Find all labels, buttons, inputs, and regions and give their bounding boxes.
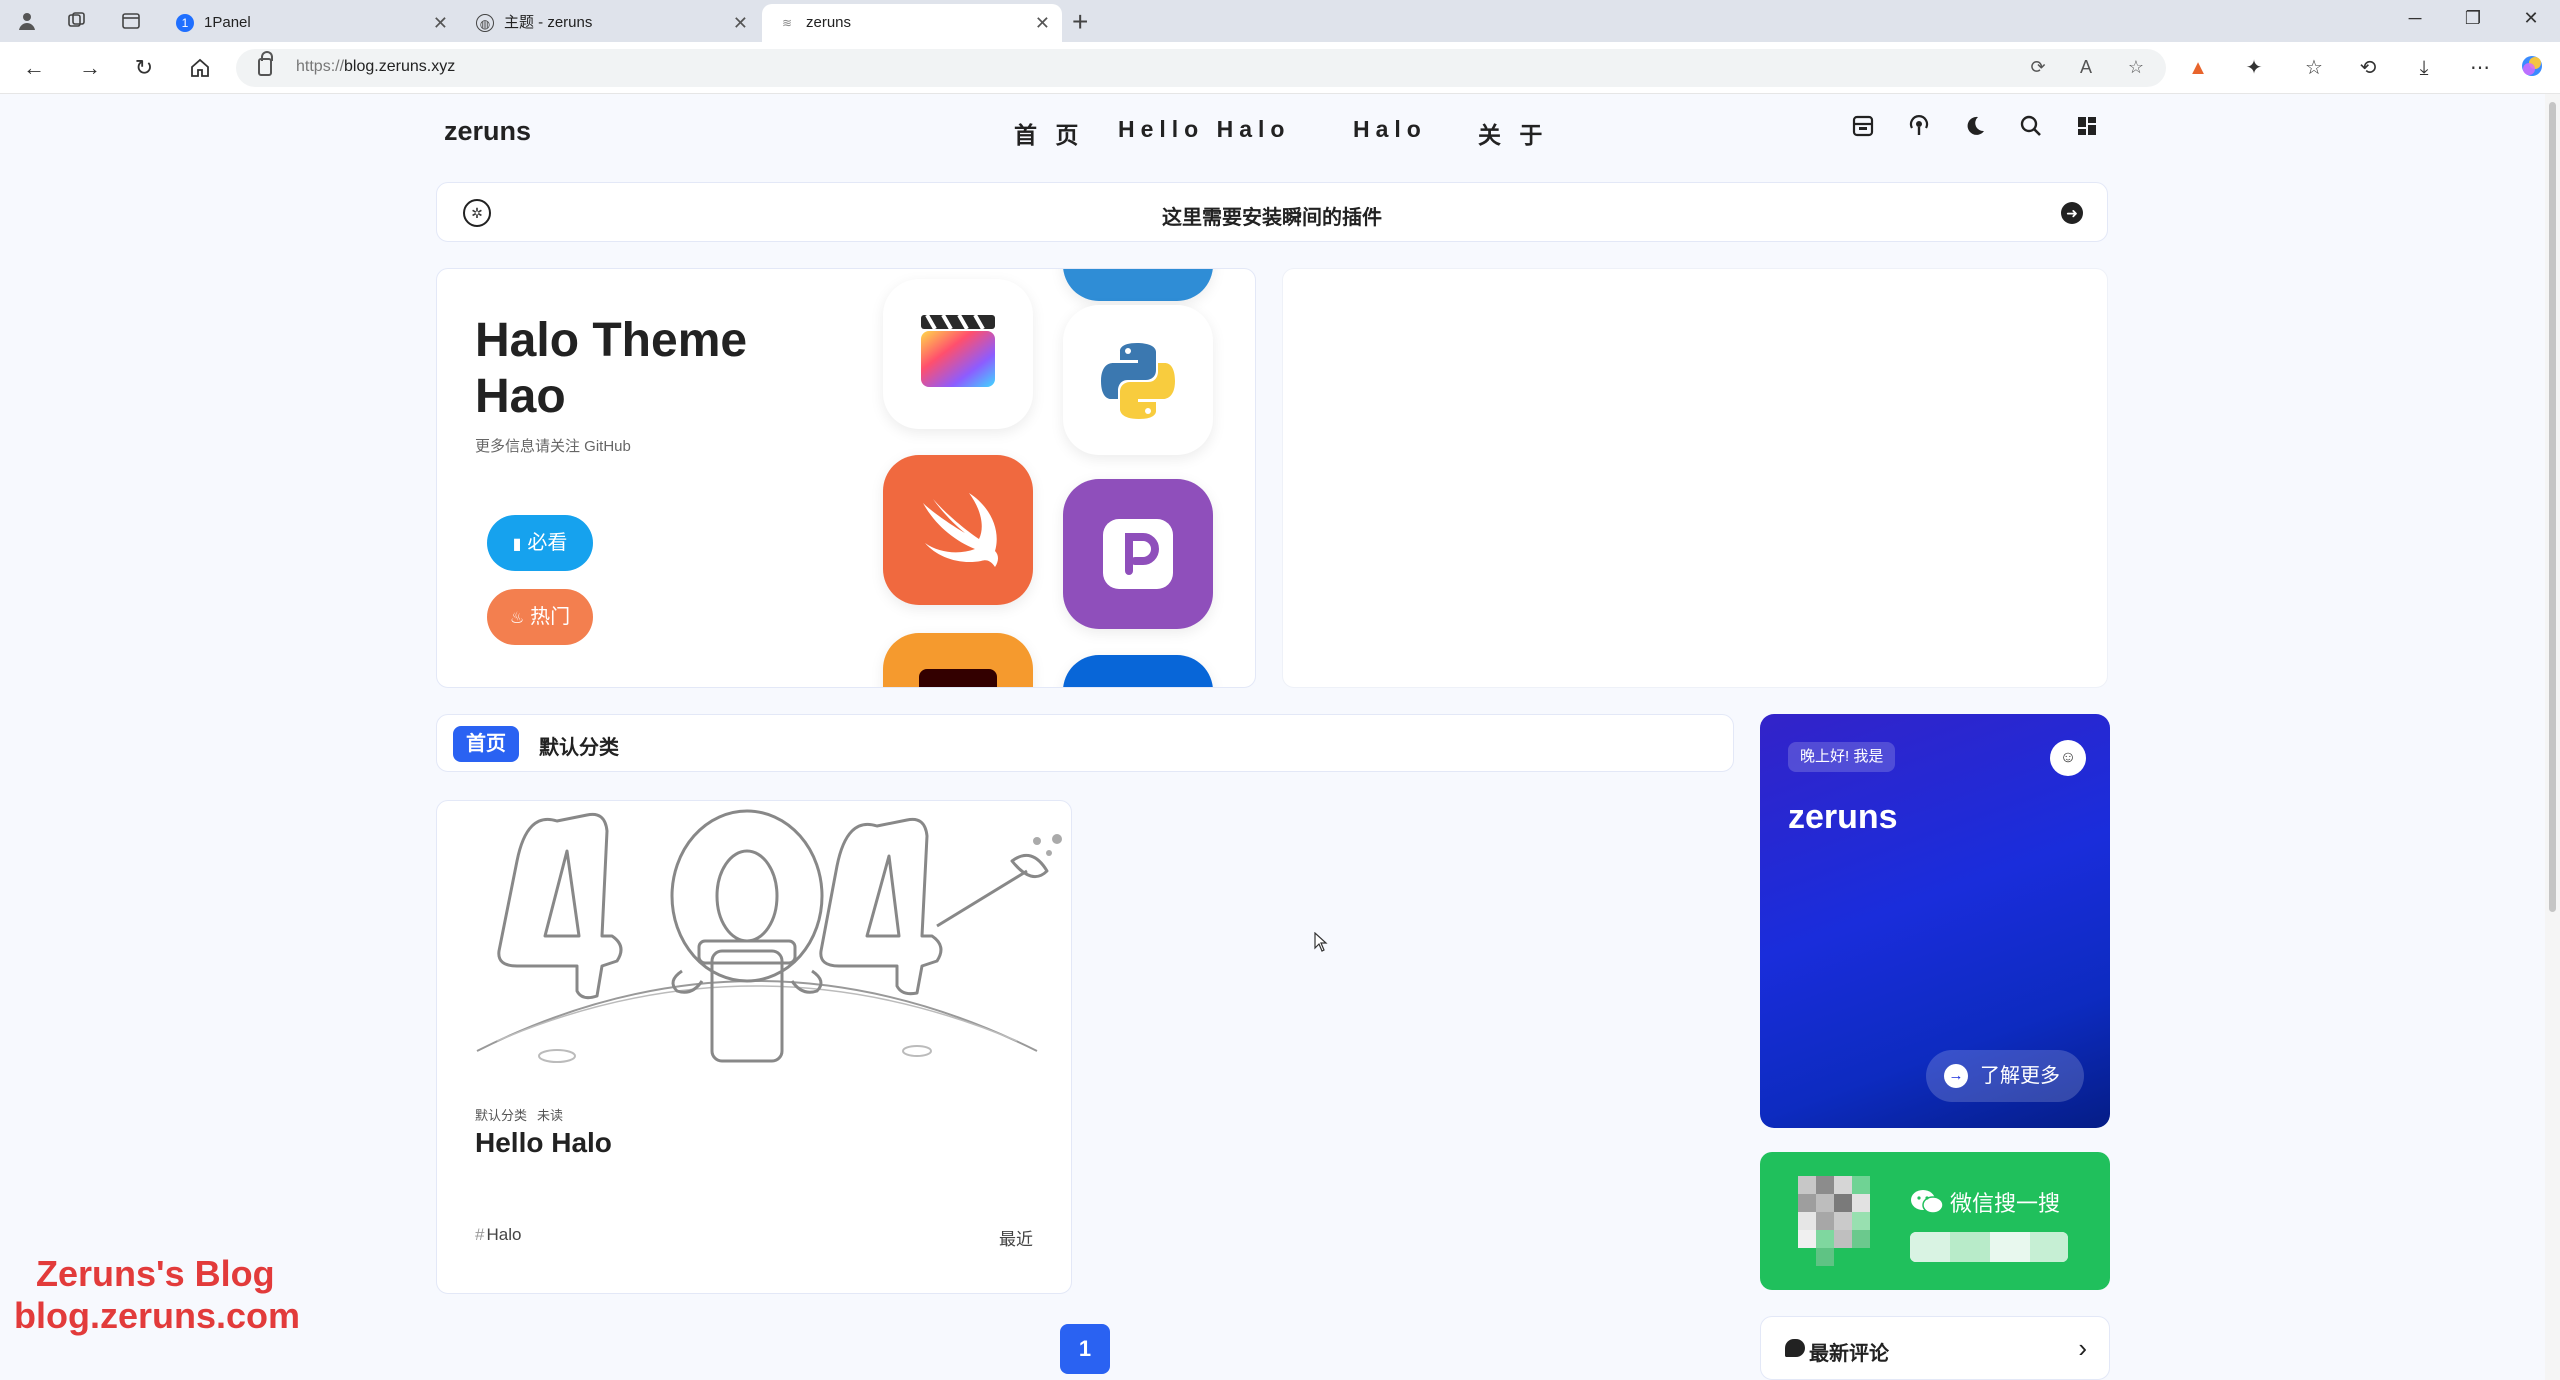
new-tab-button[interactable]: + [1072,6,1088,38]
app-icon-blue-2 [1063,655,1213,687]
post-cover-404-image: 404 [476,809,1062,1063]
1panel-favicon-icon: 1 [176,14,194,32]
latest-comments-title: 最新评论 [1809,1343,1889,1365]
nav-about[interactable]: 关 于 [1478,116,1548,150]
wechat-search-label: 微信搜一搜 [1910,1186,2060,1218]
tab-zeruns[interactable]: ≋ zeruns ✕ [762,4,1062,42]
swift-icon [883,455,1033,605]
lock-icon[interactable] [258,51,273,76]
post-tag[interactable]: # Halo [475,1225,521,1245]
globe-icon: ◍ [476,14,494,32]
wechat-search-card[interactable]: 微信搜一搜 [1760,1152,2110,1290]
post-meta: 默认分类 未读 [475,1105,573,1124]
hot-button[interactable]: ♨ 热门 [487,589,593,645]
profile-card: 晚上好! 我是 ☺ zeruns → 了解更多 [1760,714,2110,1128]
loading-favicon-icon: ≋ [781,16,793,30]
app-icon-blue [1063,269,1213,301]
fire-icon: ♨ [509,610,525,627]
chevron-right-icon[interactable]: › [2078,1333,2087,1364]
watermark-line2: blog.zeruns.com [14,1295,301,1336]
category-default-tab[interactable]: 默认分类 [539,731,619,760]
qr-code-mosaic [1798,1176,1888,1272]
extensions-puzzle-icon[interactable]: ✦ [2240,54,2268,82]
address-bar: ← → ↻ https://blog.zeruns.xyz ⟳ A ☆ ▲ ✦ … [0,42,2560,94]
vertical-tabs-icon[interactable] [120,10,142,32]
arrow-right-icon[interactable]: ➜ [2061,202,2083,224]
hero-right-panel [1282,268,2108,688]
hero-card: Halo Theme Hao 更多信息请关注 GitHub ▮ 必看 ♨ 热门 [436,268,1256,688]
site-logo[interactable]: zeruns [444,116,531,147]
tab-theme[interactable]: ◍ 主题 - zeruns ✕ [460,4,760,42]
hero-subtitle[interactable]: 更多信息请关注 GitHub [475,435,631,456]
arrow-right-circle-icon: → [1944,1064,1968,1088]
tab-1panel[interactable]: 1 1Panel ✕ [160,4,460,42]
extension-fox-icon[interactable]: ▲ [2184,54,2212,82]
back-button[interactable]: ← [20,54,48,82]
python-icon [1063,305,1213,455]
restore-button[interactable]: ❐ [2458,8,2488,29]
category-home-tab[interactable]: 首页 [453,726,519,762]
greeting-badge: 晚上好! 我是 [1788,742,1896,772]
wechat-search-box [1910,1232,2068,1262]
hero-title: Halo Theme Hao [475,314,748,423]
nav-halo[interactable]: Halo [1353,116,1427,143]
forward-button[interactable]: → [76,54,104,82]
search-icon[interactable] [2016,114,2046,144]
grid-menu-icon[interactable] [2072,114,2102,144]
tab-title: 主题 - zeruns [504,14,593,31]
reload-button[interactable]: ↻ [130,54,158,82]
more-menu-icon[interactable]: ⋯ [2466,54,2494,82]
read-aloud-icon[interactable]: A [2074,57,2098,78]
app-available-icon[interactable]: ⟳ [2026,57,2050,78]
close-tab-icon[interactable]: ✕ [433,4,448,42]
comment-icon [1785,1339,1805,1357]
page-1-button[interactable]: 1 [1060,1324,1110,1374]
learn-more-button[interactable]: → 了解更多 [1926,1050,2084,1102]
home-button[interactable] [186,54,214,82]
history-icon[interactable]: ⟲ [2354,54,2382,82]
profile-name: zeruns [1788,798,1898,836]
notice-text: 这里需要安装瞬间的插件 [1162,207,1382,229]
pixso-icon [1063,479,1213,629]
post-date: 最近 [999,1230,1033,1249]
wechat-icon [1911,1190,1944,1214]
minimize-button[interactable]: ─ [2400,8,2430,29]
mouse-cursor-icon [1314,932,1328,952]
final-cut-icon [883,279,1033,429]
url-input[interactable]: https://blog.zeruns.xyz ⟳ A ☆ [236,49,2166,87]
close-tab-icon[interactable]: ✕ [1035,4,1050,42]
nav-home[interactable]: 首 页 [1014,116,1084,150]
tab-title: zeruns [806,14,852,31]
workspaces-icon[interactable] [66,10,88,32]
favorite-star-icon[interactable]: ☆ [2124,57,2148,78]
book-icon: ▮ [512,536,522,553]
tab-title: 1Panel [204,14,251,31]
must-read-button[interactable]: ▮ 必看 [487,515,593,571]
post-category[interactable]: 默认分类 [475,1108,527,1123]
url-text: https://blog.zeruns.xyz [296,58,456,75]
avatar[interactable]: ☺ [2050,740,2086,776]
category-bar: 首页 默认分类 [436,714,1734,772]
web-page: zeruns 首 页 Hello Halo Halo 关 于 ✲ 这里需要安装瞬… [0,94,2545,1380]
favorites-icon[interactable]: ☆ [2300,54,2328,82]
profile-icon[interactable] [16,10,38,32]
close-window-button[interactable]: ✕ [2516,8,2546,29]
dark-mode-icon[interactable] [1960,114,1990,144]
nav-hello-halo[interactable]: Hello Halo [1118,116,1290,143]
notice-bar[interactable]: ✲ 这里需要安装瞬间的插件 ➜ [436,182,2108,242]
archive-icon[interactable] [1848,114,1878,144]
scrollbar-thumb[interactable] [2549,102,2556,912]
podcast-icon[interactable] [1904,114,1934,144]
latest-comments-card[interactable]: 最新评论 › [1760,1316,2110,1380]
page-scrollbar[interactable] [2545,94,2560,1380]
post-title[interactable]: Hello Halo [475,1127,612,1159]
watermark-line1: Zeruns's Blog [36,1253,275,1294]
downloads-icon[interactable]: ⤓ [2410,54,2438,82]
close-tab-icon[interactable]: ✕ [733,4,748,42]
copilot-icon[interactable] [2518,54,2546,82]
post-card[interactable]: 404 默认分类未读 Hello Halo #Halo 最近 [436,800,1072,1294]
illustrator-icon [883,633,1033,687]
post-read-status: 未读 [537,1108,564,1123]
browser-tab-bar: 1 1Panel ✕ ◍ 主题 - zeruns ✕ ≋ zeruns ✕ + … [0,0,2560,42]
